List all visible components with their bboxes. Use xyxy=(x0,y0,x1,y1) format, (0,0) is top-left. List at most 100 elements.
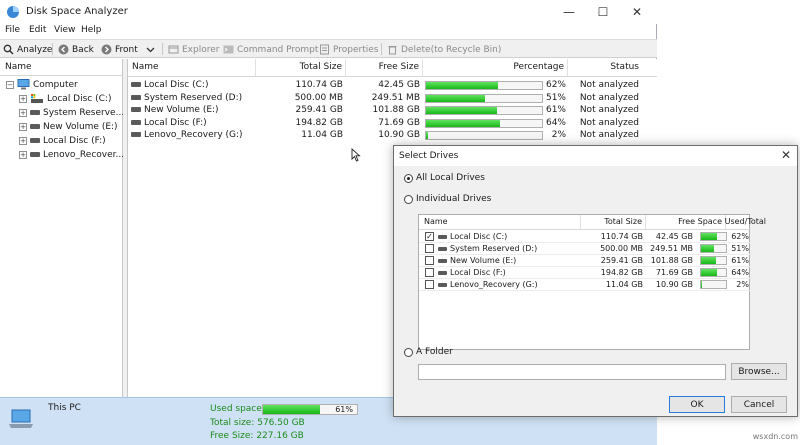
front-dropdown[interactable] xyxy=(146,42,158,57)
expand-icon[interactable]: + xyxy=(19,150,27,159)
dialog-title-bar: Select Drives ✕ xyxy=(394,146,797,166)
collapse-icon[interactable]: − xyxy=(6,80,14,89)
tree-item-drive-e[interactable]: + New Volume (E:) xyxy=(19,120,118,133)
column-header-total-size[interactable]: Total Size xyxy=(256,59,346,76)
a-folder-radio[interactable]: A Folder xyxy=(404,347,453,357)
table-row[interactable]: System Reserved (D:) 500.00 MB 249.51 MB 51… xyxy=(128,92,657,104)
dialog-free-space-cell: 42.45 GB xyxy=(655,232,693,241)
dialog-drive-row[interactable]: Lenovo_Recovery (G:) 11.04 GB 10.90 GB 2% xyxy=(419,279,751,291)
expand-icon[interactable]: + xyxy=(19,108,27,117)
tree-item-drive-f[interactable]: + Local Disc (F:) xyxy=(19,134,106,147)
dialog-drive-row[interactable]: Local Disc (F:) 194.82 GB 71.69 GB 64% xyxy=(419,267,751,279)
menu-view[interactable]: View xyxy=(54,25,75,35)
dialog-used-bar xyxy=(700,256,727,265)
system-drive-icon xyxy=(131,82,141,87)
tree-item-drive-c[interactable]: + Local Disc (C:) xyxy=(19,92,111,105)
column-header-percentage[interactable]: Percentage xyxy=(423,59,568,76)
tree-pane: Name − Computer + Local Disc (C:) + Syst… xyxy=(0,59,124,397)
tree-item-label: System Reserve... xyxy=(43,107,125,118)
dialog-column-used-total[interactable]: Used/Total xyxy=(698,215,769,229)
command-prompt-button[interactable]: Command Prompt xyxy=(223,42,318,57)
menu-edit[interactable]: Edit xyxy=(29,25,46,35)
tree-header: Name xyxy=(0,59,122,76)
explorer-button[interactable]: Explorer xyxy=(168,42,219,57)
select-drives-dialog: Select Drives ✕ All Local Drives Individ… xyxy=(393,145,798,417)
dialog-header-divider xyxy=(419,229,751,230)
dialog-column-name[interactable]: Name xyxy=(419,215,581,229)
ok-button[interactable]: OK xyxy=(669,396,725,413)
individual-drives-radio[interactable]: Individual Drives xyxy=(404,194,491,204)
free-size-cell: 10.90 GB xyxy=(378,130,420,140)
table-row[interactable]: Lenovo_Recovery (G:) 11.04 GB 10.90 GB 2% No… xyxy=(128,129,657,141)
table-row[interactable]: Local Disc (F:) 194.82 GB 71.69 GB 64% Not a… xyxy=(128,117,657,129)
expand-icon[interactable]: + xyxy=(19,122,27,131)
column-header-free-size[interactable]: Free Size xyxy=(346,59,423,76)
table-row[interactable]: Local Disc (C:) 110.74 GB 42.45 GB 62% Not a… xyxy=(128,79,657,91)
dialog-used-fill xyxy=(701,245,714,252)
dialog-drive-row[interactable]: New Volume (E:) 259.41 GB 101.88 GB 61% xyxy=(419,255,751,267)
back-button[interactable]: Back xyxy=(58,42,94,57)
drive-checkbox[interactable] xyxy=(425,268,434,277)
terminal-icon xyxy=(223,45,234,54)
a-folder-label: A Folder xyxy=(416,347,453,357)
close-button[interactable]: ✕ xyxy=(620,0,654,24)
minimize-button[interactable]: — xyxy=(552,0,586,24)
header-divider xyxy=(128,76,657,77)
tree-item-label: New Volume (E:) xyxy=(43,121,118,132)
drive-checkbox[interactable]: ✓ xyxy=(425,232,434,241)
dialog-drive-row[interactable]: System Reserved (D:) 500.00 MB 249.51 MB 51… xyxy=(419,243,751,255)
tree-item-drive-g[interactable]: + Lenovo_Recover... xyxy=(19,148,124,161)
menu-file[interactable]: File xyxy=(5,25,20,35)
drive-checkbox[interactable] xyxy=(425,244,434,253)
percentage-fill xyxy=(426,132,429,139)
status-cell: Not analyzed xyxy=(579,130,639,140)
properties-label: Properties xyxy=(333,44,379,55)
all-local-drives-label: All Local Drives xyxy=(416,173,485,183)
tree-item-drive-d[interactable]: + System Reserve... xyxy=(19,106,124,119)
maximize-button[interactable]: ☐ xyxy=(586,0,620,24)
total-size-cell: 194.82 GB xyxy=(295,117,343,128)
used-space-label: Used space: xyxy=(210,404,265,414)
dialog-free-space-cell: 10.90 GB xyxy=(655,280,693,289)
table-row[interactable]: New Volume (E:) 259.41 GB 101.88 GB 61% Not … xyxy=(128,104,657,116)
browse-button[interactable]: Browse... xyxy=(731,363,787,380)
expand-icon[interactable]: + xyxy=(19,136,27,145)
drive-icon xyxy=(131,132,141,137)
mouse-cursor-icon xyxy=(351,148,361,162)
pie-chart-icon xyxy=(7,6,19,18)
drive-name-cell: System Reserved (D:) xyxy=(131,92,256,104)
analyze-button[interactable]: Analyze xyxy=(3,42,52,57)
laptop-icon xyxy=(9,409,33,428)
menu-help[interactable]: Help xyxy=(81,25,102,35)
percentage-fill xyxy=(426,107,497,114)
dialog-used-percent: 51% xyxy=(731,244,749,253)
explorer-label: Explorer xyxy=(182,44,220,55)
dialog-used-fill xyxy=(701,233,717,240)
dialog-drive-name: Lenovo_Recovery (G:) xyxy=(450,280,538,289)
column-header-name[interactable]: Name xyxy=(128,59,256,76)
radio-unselected-icon xyxy=(404,347,413,357)
total-size-cell: 110.74 GB xyxy=(295,80,343,90)
dialog-column-total-size[interactable]: Total Size xyxy=(581,215,646,229)
cancel-button[interactable]: Cancel xyxy=(731,396,787,413)
dialog-drive-row[interactable]: ✓ Local Disc (C:) 110.74 GB 42.45 GB 62% xyxy=(419,231,751,243)
drive-icon xyxy=(30,152,40,157)
folder-path-input[interactable] xyxy=(418,364,726,380)
tree-item-computer[interactable]: − Computer xyxy=(6,78,78,91)
radio-selected-icon xyxy=(404,173,413,183)
percentage-bar xyxy=(425,106,543,115)
dialog-close-button[interactable]: ✕ xyxy=(781,148,791,162)
chevron-down-icon xyxy=(146,47,155,53)
properties-button[interactable]: Properties xyxy=(319,42,378,57)
front-button[interactable]: Front xyxy=(101,42,138,57)
drive-name: Local Disc (F:) xyxy=(144,117,207,128)
drive-checkbox[interactable] xyxy=(425,256,434,265)
delete-button[interactable]: Delete(to Recycle Bin) xyxy=(387,42,501,57)
drive-name-cell: Local Disc (F:) xyxy=(131,117,256,129)
column-header-status[interactable]: Status xyxy=(568,59,641,76)
expand-icon[interactable]: + xyxy=(19,94,27,103)
all-local-drives-radio[interactable]: All Local Drives xyxy=(404,173,485,183)
dialog-used-percent: 64% xyxy=(731,268,749,277)
drive-icon xyxy=(438,258,447,263)
drive-checkbox[interactable] xyxy=(425,280,434,289)
